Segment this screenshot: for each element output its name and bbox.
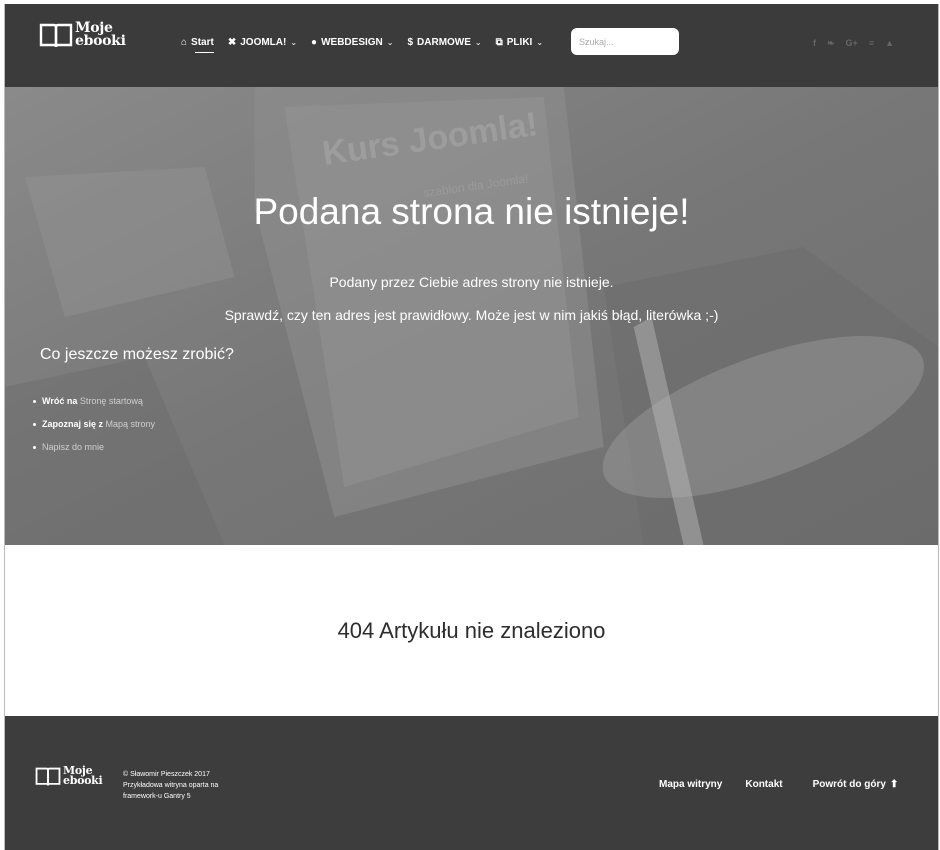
error-message-2: Sprawdź, czy ten adres jest prawidłowy. … (224, 307, 719, 323)
list-item: Wróć na Stronę startową (33, 390, 155, 413)
sitemap-footer-link[interactable]: Mapa witryny (659, 779, 722, 790)
twitter-icon[interactable]: ❧ (827, 38, 835, 49)
arrow-up-icon: ⬆ (889, 779, 899, 790)
bullet-icon (33, 446, 36, 449)
contact-me-link[interactable]: Napisz do mnie (42, 436, 104, 459)
search-input[interactable] (571, 28, 679, 55)
dollar-icon: $ (407, 37, 414, 48)
back-to-top-link[interactable]: Powrót do góry ⬆ (813, 779, 899, 790)
user-icon[interactable]: ▲ (885, 38, 894, 49)
nav-label-start: Start (191, 37, 214, 48)
book-logo-icon (39, 23, 73, 48)
sitemap-link[interactable]: Mapą strony (106, 413, 156, 436)
logo-line2: ebooki (63, 774, 103, 787)
nav-label-pliki: PLIKI (506, 37, 533, 48)
back-to-top-label: Powrót do góry (812, 779, 886, 790)
main-nav: ⌂ Start ✖ JOOMLA! ⌄ ● WEBDESIGN ⌄ $ DARM… (181, 37, 557, 53)
nav-item-pliki[interactable]: ⧉ PLIKI ⌄ (496, 37, 543, 48)
list-item: Zapoznaj się z Mapą strony (33, 413, 155, 436)
chevron-down-icon: ⌄ (386, 38, 394, 47)
chevron-down-icon: ⌄ (290, 38, 298, 47)
chevron-down-icon: ⌄ (536, 38, 544, 47)
homepage-link[interactable]: Stronę startową (80, 390, 143, 413)
page: Moje ebooki ⌂ Start ✖ JOOMLA! ⌄ ● WEBDES… (4, 4, 939, 850)
book-logo-icon (35, 767, 61, 786)
hero-section: Kurs Joomla! szablon dla Joomla! Podana … (5, 87, 938, 545)
copyright-line: © Sławomir Pieszczek 2017 (123, 771, 210, 778)
chevron-down-icon: ⌄ (474, 38, 482, 47)
list-prefix: Wróć na (42, 396, 78, 406)
error-message-1: Podany przez Ciebie adres strony nie ist… (329, 274, 614, 290)
nav-item-darmowe[interactable]: $ DARMOWE ⌄ (407, 37, 481, 48)
social-links: f ❧ G+ ≡ ▲ (813, 38, 905, 49)
nav-item-start[interactable]: ⌂ Start (181, 37, 214, 53)
footer-logo[interactable]: Moje ebooki (35, 765, 103, 788)
logo-text: Moje ebooki (75, 21, 126, 49)
list-prefix: Zapoznaj się z (42, 419, 104, 429)
bullet-icon (33, 400, 36, 403)
globe-icon: ● (311, 37, 318, 48)
copyright-text: © Sławomir Pieszczek 2017 Przykładowa wi… (123, 769, 218, 802)
nav-item-joomla[interactable]: ✖ JOOMLA! ⌄ (228, 37, 297, 48)
rss-icon[interactable]: ≡ (869, 38, 874, 49)
files-icon: ⧉ (495, 37, 503, 48)
facebook-icon[interactable]: f (813, 38, 816, 49)
error-title: Podana strona nie istnieje! (253, 191, 690, 232)
nav-label-webdesign: WEBDESIGN (321, 37, 383, 48)
options-list: Wróć na Stronę startową Zapoznaj się z M… (33, 390, 155, 459)
copyright-line: framework-u Gantry 5 (123, 793, 191, 800)
contact-footer-link[interactable]: Kontakt (745, 779, 782, 790)
options-heading: Co jeszcze możesz zrobić? (40, 346, 234, 363)
top-navbar: Moje ebooki ⌂ Start ✖ JOOMLA! ⌄ ● WEBDES… (5, 4, 938, 87)
copyright-line: Przykładowa witryna oparta na (123, 782, 219, 789)
list-item: Napisz do mnie (33, 436, 155, 459)
home-icon: ⌂ (181, 37, 188, 48)
nav-item-webdesign[interactable]: ● WEBDESIGN ⌄ (311, 37, 393, 48)
google-plus-icon[interactable]: G+ (846, 38, 858, 49)
logo-line2: ebooki (75, 33, 126, 49)
bullet-icon (33, 423, 36, 426)
footer-logo-text: Moje ebooki (63, 765, 103, 787)
nav-label-darmowe: DARMOWE (417, 37, 471, 48)
footer-links: Mapa witryny Kontakt Powrót do góry ⬆ (659, 779, 898, 790)
joomla-icon: ✖ (227, 37, 237, 48)
nav-label-joomla: JOOMLA! (240, 37, 287, 48)
footer: Moje ebooki © Sławomir Pieszczek 2017 Pr… (5, 716, 938, 850)
site-logo[interactable]: Moje ebooki (39, 21, 126, 50)
article-not-found-heading: 404 Artykułu nie znaleziono (337, 618, 606, 643)
